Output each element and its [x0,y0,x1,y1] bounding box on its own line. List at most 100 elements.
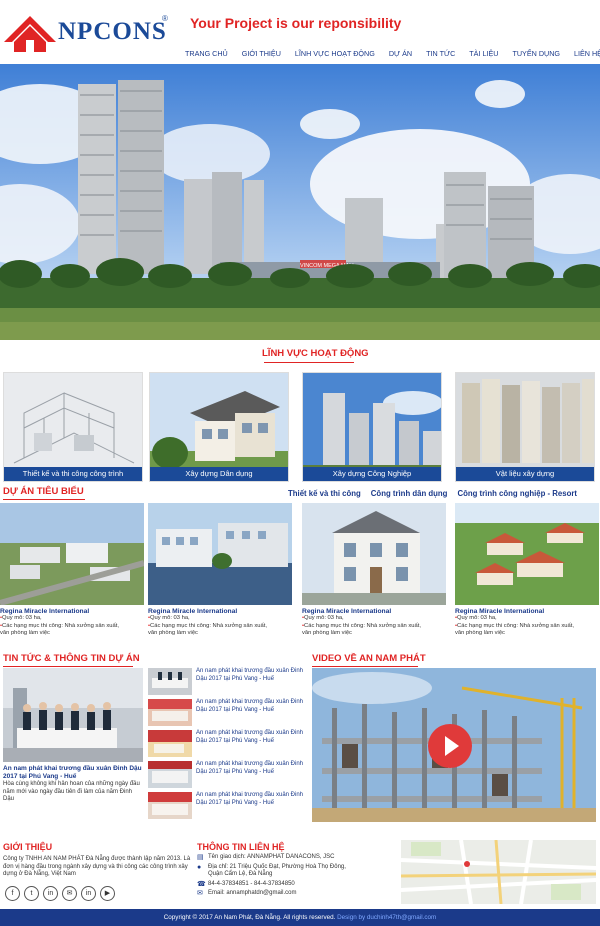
project-card[interactable]: Regina Miracle International •Quy mô: 03… [455,503,599,638]
site-header: NPCONS ® Your Project is our reponsibili… [0,0,600,64]
project-tabs: Thiết kế và thi công Công trình dân dụng… [288,489,577,498]
hero-banner: VINCOM MEGA MALL [0,64,600,340]
projects-section-title: DỰ ÁN TIÊU BIỂU [3,486,85,500]
project-items-cont: văn phòng làm việc [455,630,505,636]
project-detail: văn phòng làm việc [0,630,144,638]
contact-title: THÔNG TIN LIÊN HỆ [197,842,285,852]
video-player[interactable] [312,668,596,822]
fields-title-underline [264,362,354,363]
twitter-icon[interactable]: t [24,886,39,901]
location-icon: ● [197,863,202,871]
linkedin-icon[interactable]: in [81,886,96,901]
nav-item-news[interactable]: TIN TỨC [419,49,462,58]
news-item[interactable]: An nam phát khai trương đầu xuân Đinh Dậ… [148,668,308,696]
news-item-title[interactable]: An nam phát khai trương đầu xuân Đinh Dậ… [196,761,308,776]
news-section-title: TIN TỨC & THÔNG TIN DỰ ÁN [3,653,140,667]
about-section: GIỚI THIỆU Công ty TNHH AN NAM PHÁT Đà N… [3,842,193,879]
nav-item-contact[interactable]: LIÊN HỆ [567,49,600,58]
news-item-title[interactable]: An nam phát khai trương đầu xuân Đinh Dậ… [196,668,308,683]
contact-address-line1: Địa chỉ: 21 Triệu Quốc Đạt, Phường Hoà T… [208,863,346,870]
contact-email: ✉ Email: annamphatdn@gmail.com [197,890,397,898]
project-grid: Regina Miracle International •Quy mô: 03… [0,503,600,653]
designer-credit[interactable]: Design by duchinh47th@gmail.com [337,914,436,921]
nav-item-documents[interactable]: TÀI LIỆU [462,49,505,58]
video-title-text: VIDEO VỀ AN NAM PHÁT [312,653,426,664]
slogan: Your Project is our reponsibility [190,15,402,31]
project-detail: •Các hạng mục thi công: Nhà xưởng sản xu… [302,622,421,629]
project-image [302,503,446,605]
news-featured[interactable]: An nam phát khai trương đầu xuân Đinh Dậ… [3,668,143,804]
news-item-title[interactable]: An nam phát khai trương đầu xuân Đinh Dậ… [196,730,308,745]
nav-item-home[interactable]: TRANG CHỦ [178,49,235,58]
tab-industrial[interactable]: Công trình công nghiệp - Resort [457,489,577,498]
news-item[interactable]: An nam phát khai trương đầu xuân Đinh Dậ… [148,730,308,758]
news-featured-desc: Hòa cùng không khí hân hoan của những ng… [3,781,140,802]
project-items: Các hạng mục thi công: Nhà xưởng sản xuấ… [304,622,421,629]
field-label: Xây dựng Dân dụng [150,467,288,481]
project-scale: Quy mô: 03 ha, [304,615,344,621]
project-detail: văn phòng làm việc [455,630,599,638]
location-map[interactable] [401,840,596,904]
project-detail: •Quy mô: 03 ha, [455,615,497,621]
field-card-industrial[interactable]: Xây dựng Công Nghiệp [302,372,442,482]
instagram-icon[interactable]: in [43,886,58,901]
project-detail: •Các hạng mục thi công: Nhà xưởng sản xu… [0,622,119,629]
logo-registered: ® [162,14,168,23]
contact-company: ▤ Tên giao dịch: ANNAMPHAT DANACONS, JSC [197,854,397,862]
youtube-icon[interactable]: ▶ [100,886,115,901]
field-card-materials[interactable]: Vật liệu xây dựng [455,372,595,482]
about-text: Công ty TNHH AN NAM PHÁT Đà Nẵng được th… [3,856,191,877]
project-image [455,503,599,605]
logo[interactable]: NPCONS ® [4,10,174,54]
play-button[interactable] [428,724,472,768]
tab-civil[interactable]: Công trình dân dụng [371,489,448,498]
project-name: Regina Miracle International [455,608,545,615]
project-detail: •Quy mô: 03 ha, [148,615,190,621]
tab-design[interactable]: Thiết kế và thi công [288,489,361,498]
project-items: Các hạng mục thi công: Nhà xưởng sản xuấ… [457,622,574,629]
field-design-image [4,373,142,481]
news-featured-image [3,668,143,762]
contact-email-text[interactable]: Email: annamphatdn@gmail.com [208,890,296,898]
contact-phone-text[interactable]: 84-4-37834851 - 84-4-37834850 [208,881,295,889]
projects-title-underline [3,499,85,500]
project-card[interactable]: Regina Miracle International •Quy mô: 03… [0,503,144,638]
nav-item-projects[interactable]: DỰ ÁN [382,49,419,58]
project-scale: Quy mô: 03 ha, [457,615,497,621]
contact-phone: ☎ 84-4-37834851 - 84-4-37834850 [197,881,397,889]
about-title: GIỚI THIỆU [3,842,53,852]
nav-item-about[interactable]: GIỚI THIỆU [235,49,288,58]
news-thumb [148,730,192,757]
nav-item-fields[interactable]: LĨNH VỰC HOẠT ĐỘNG [288,49,382,58]
nav-item-careers[interactable]: TUYỂN DỤNG [505,49,567,58]
document-icon: ▤ [197,854,204,861]
news-item[interactable]: An nam phát khai trương đầu xuân Đinh Dậ… [148,792,308,820]
news-title-text: TIN TỨC & THÔNG TIN DỰ ÁN [3,653,140,664]
facebook-icon[interactable]: f [5,886,20,901]
news-item-title[interactable]: An nam phát khai trương đầu xuân Đinh Dậ… [196,699,308,714]
site-footer: Copyright © 2017 An Nam Phát, Đà Nẵng. A… [0,909,600,926]
copyright-text: Copyright © 2017 An Nam Phát, Đà Nẵng. A… [163,914,336,921]
field-civil-image [150,373,288,481]
page: NPCONS ® Your Project is our reponsibili… [0,0,600,926]
news-item-title[interactable]: An nam phát khai trương đầu xuân Đinh Dậ… [196,792,308,807]
contact-address-line2: Quận Cẩm Lệ, Đà Nẵng [208,871,273,877]
project-image [0,503,144,605]
news-item[interactable]: An nam phát khai trương đầu xuân Đinh Dậ… [148,761,308,789]
mail-icon[interactable]: ✉ [62,886,77,901]
project-card[interactable]: Regina Miracle International •Quy mô: 03… [148,503,292,638]
news-item[interactable]: An nam phát khai trương đầu xuân Đinh Dậ… [148,699,308,727]
project-name: Regina Miracle International [0,608,90,615]
field-industrial-image [303,373,441,481]
project-card[interactable]: Regina Miracle International •Quy mô: 03… [302,503,446,638]
field-label: Vật liệu xây dựng [456,467,594,481]
news-thumb [148,668,192,695]
fields-title-text: LĨNH VỰC HOẠT ĐỘNG [262,348,369,359]
project-items-cont: văn phòng làm việc [0,630,50,636]
project-scale: Quy mô: 03 ha, [2,615,42,621]
news-featured-title[interactable]: An nam phát khai trương đầu xuân Đinh Dậ… [3,765,143,781]
field-card-design[interactable]: Thiết kế và thi công công trình [3,372,143,482]
field-card-civil[interactable]: Xây dựng Dân dụng [149,372,289,482]
map-image [401,840,596,904]
fields-grid: Thiết kế và thi công công trình Xây dựng… [3,372,597,482]
